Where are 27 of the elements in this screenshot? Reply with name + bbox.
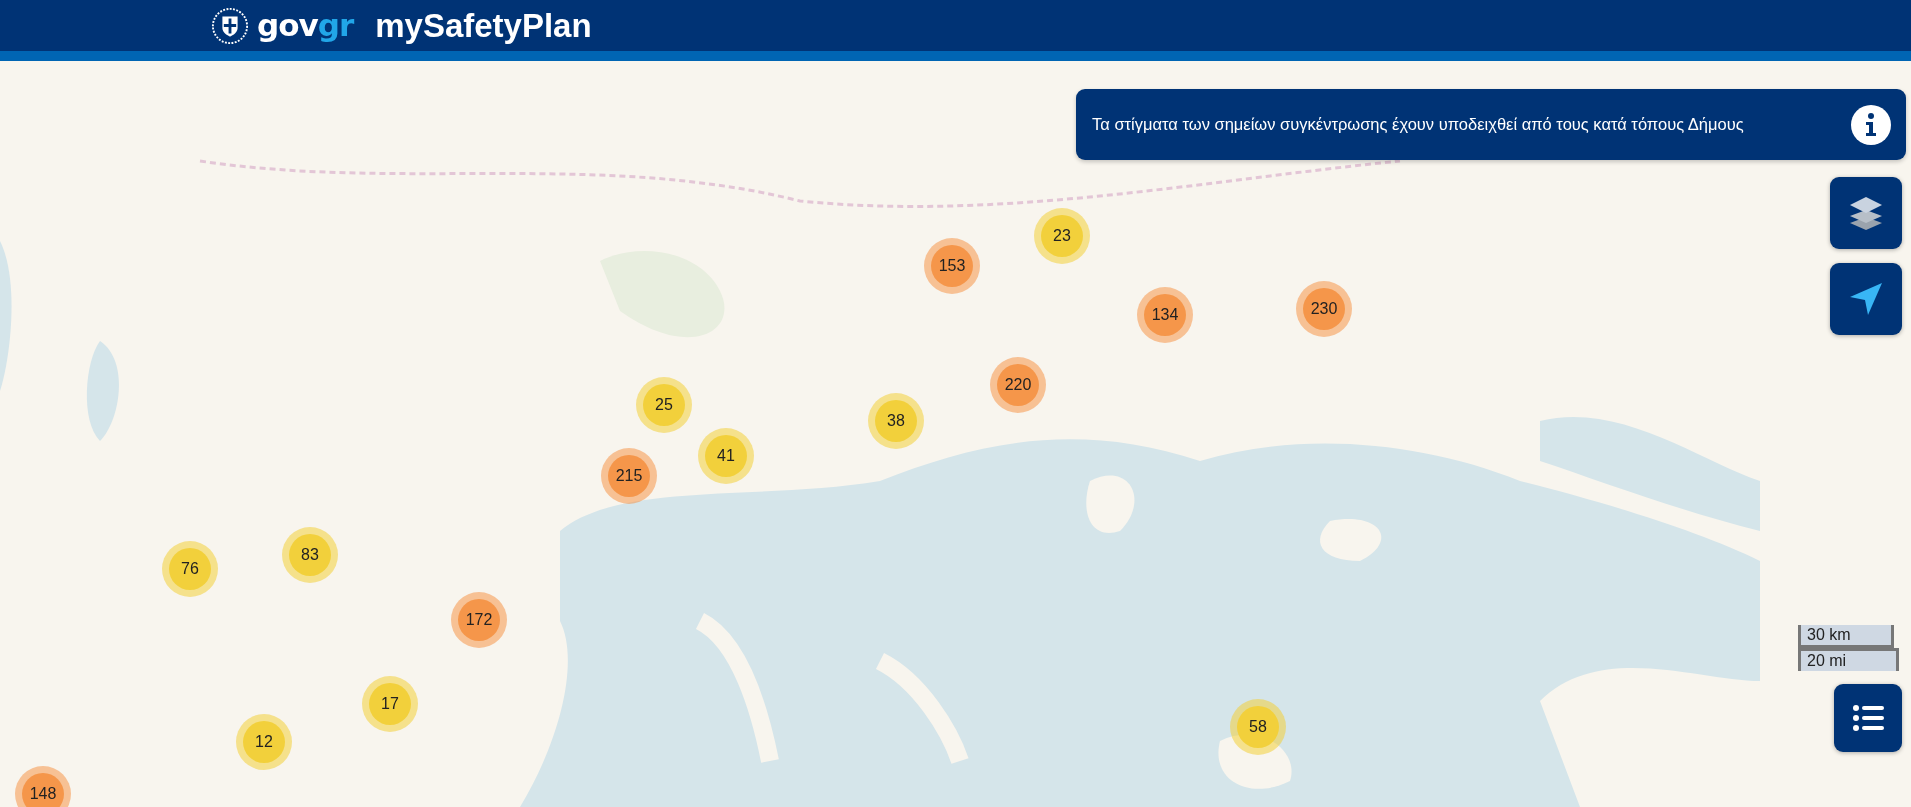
cluster-marker[interactable]: 83 — [289, 534, 331, 576]
cluster-marker[interactable]: 25 — [643, 384, 685, 426]
layers-button[interactable] — [1830, 177, 1902, 249]
emblem-icon — [211, 6, 249, 45]
cluster-marker[interactable]: 148 — [22, 773, 64, 807]
cluster-marker[interactable]: 76 — [169, 548, 211, 590]
cluster-marker[interactable]: 230 — [1303, 288, 1345, 330]
cluster-marker[interactable]: 38 — [875, 400, 917, 442]
cluster-marker[interactable]: 41 — [705, 435, 747, 477]
cluster-marker[interactable]: 12 — [243, 721, 285, 763]
cluster-marker[interactable]: 220 — [997, 364, 1039, 406]
locate-button[interactable] — [1830, 263, 1902, 335]
list-button[interactable] — [1834, 684, 1902, 752]
cluster-marker[interactable]: 215 — [608, 455, 650, 497]
cluster-marker[interactable]: 172 — [458, 599, 500, 641]
info-icon[interactable] — [1850, 103, 1892, 146]
scale-bar-imperial: 20 mi — [1798, 648, 1899, 671]
app-title: mySafetyPlan — [375, 9, 592, 42]
cluster-marker[interactable]: 153 — [931, 245, 973, 287]
scale-bar-metric: 30 km — [1798, 625, 1894, 648]
island-shape — [1086, 475, 1135, 533]
info-banner-text: Τα στίγματα των σημείων συγκέντρωσης έχουν υποδειχθεί από τους κατά τόπους Δήμους — [1092, 115, 1744, 134]
govgr-logo[interactable]: govgr — [257, 10, 354, 41]
cluster-marker[interactable]: 134 — [1144, 294, 1186, 336]
cluster-marker[interactable]: 23 — [1041, 215, 1083, 257]
cluster-marker[interactable]: 17 — [369, 683, 411, 725]
island-shape — [1320, 519, 1382, 561]
